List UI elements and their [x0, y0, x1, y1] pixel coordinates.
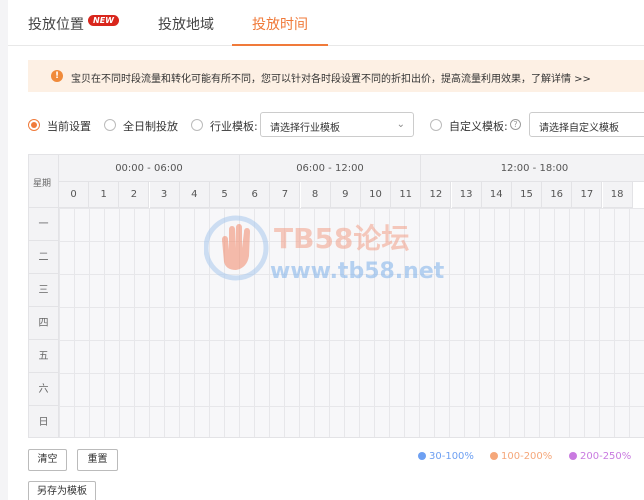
hour-header[interactable]: 13: [451, 182, 482, 208]
legend-dot-0: [418, 452, 426, 460]
custom-template-value: 请选择自定义模板: [539, 123, 619, 134]
clear-button[interactable]: 清空: [28, 449, 67, 471]
legend-item-1: 100-200%: [490, 451, 552, 462]
legend-label-0: 30-100%: [429, 451, 474, 462]
tab-time[interactable]: 投放时间: [252, 14, 308, 34]
hour-header[interactable]: 3: [149, 182, 180, 208]
active-tab-indicator: [232, 44, 328, 46]
hour-header[interactable]: 8: [300, 182, 331, 208]
range-header-1: 06:00 - 12:00: [240, 155, 421, 182]
day-label[interactable]: 六: [29, 373, 59, 406]
schedule-cells[interactable]: [59, 208, 644, 437]
time-schedule-grid: 星期 00:00 - 06:00 06:00 - 12:00 12:00 - 1…: [28, 154, 644, 438]
day-label[interactable]: 四: [29, 307, 59, 340]
hour-header[interactable]: 11: [391, 182, 422, 208]
hour-header[interactable]: 17: [572, 182, 603, 208]
legend-label-2: 200-250%: [580, 451, 632, 462]
day-label[interactable]: 一: [29, 208, 59, 241]
legend-dot-1: [490, 452, 498, 460]
day-label[interactable]: 三: [29, 274, 59, 307]
hour-header[interactable]: 2: [119, 182, 150, 208]
week-label: 星期: [33, 179, 52, 189]
notice-message: 宝贝在不同时段流量和转化可能有所不同，您可以针对各时段设置不同的折扣出价，提高流…: [71, 74, 531, 85]
info-icon: !: [51, 70, 63, 82]
hour-header[interactable]: 1: [89, 182, 120, 208]
hour-header[interactable]: 9: [330, 182, 361, 208]
tab-bar: 投放位置 NEW 投放地域 投放时间: [8, 0, 644, 46]
day-label[interactable]: 日: [29, 406, 59, 437]
industry-template-label: 行业模板:: [210, 120, 258, 133]
new-badge: NEW: [88, 15, 119, 26]
hour-header[interactable]: 12: [421, 182, 452, 208]
hour-header[interactable]: 6: [240, 182, 271, 208]
schedule-options: 当前设置 全日制投放 行业模板: 请选择行业模板 ⌄ 自定义模板: ? 请选择自…: [8, 110, 644, 138]
custom-template-select[interactable]: 请选择自定义模板: [529, 112, 644, 137]
industry-template-select[interactable]: 请选择行业模板 ⌄: [260, 112, 414, 137]
hour-header[interactable]: 18: [602, 182, 633, 208]
tab-placement[interactable]: 投放位置: [28, 14, 84, 34]
help-icon[interactable]: ?: [510, 119, 521, 130]
radio-custom-template[interactable]: [430, 119, 442, 131]
info-notice: ! 宝贝在不同时段流量和转化可能有所不同，您可以针对各时段设置不同的折扣出价，提…: [28, 60, 644, 92]
radio-all-day[interactable]: [104, 119, 116, 131]
hour-header[interactable]: 16: [542, 182, 573, 208]
range-header-0: 00:00 - 06:00: [59, 155, 240, 182]
industry-template-value: 请选择行业模板: [270, 123, 340, 134]
week-header: 星期: [29, 155, 59, 208]
hour-header[interactable]: 5: [210, 182, 240, 208]
legend-label-1: 100-200%: [501, 451, 553, 462]
radio-current-setting[interactable]: [28, 119, 40, 131]
custom-template-label: 自定义模板:: [449, 120, 508, 133]
reset-button[interactable]: 重置: [77, 449, 118, 471]
main-panel: 投放位置 NEW 投放地域 投放时间 ! 宝贝在不同时段流量和转化可能有所不同，…: [8, 0, 644, 500]
range-header-2: 12:00 - 18:00: [421, 155, 644, 182]
radio-current-label: 当前设置: [47, 120, 91, 133]
chevron-down-icon: ⌄: [396, 119, 405, 130]
hour-header[interactable]: 15: [512, 182, 542, 208]
notice-text: 宝贝在不同时段流量和转化可能有所不同，您可以针对各时段设置不同的折扣出价，提高流…: [71, 70, 591, 85]
hour-header[interactable]: 10: [361, 182, 391, 208]
save-template-button[interactable]: 另存为模板: [28, 481, 96, 500]
hour-header[interactable]: 7: [270, 182, 301, 208]
legend-item-2: 200-250%: [569, 451, 631, 462]
learn-more-link[interactable]: 了解详情 >>: [531, 74, 591, 85]
tab-region[interactable]: 投放地域: [158, 14, 214, 34]
day-label[interactable]: 二: [29, 241, 59, 274]
legend-dot-2: [569, 452, 577, 460]
hour-header[interactable]: 4: [179, 182, 210, 208]
hour-header[interactable]: 0: [59, 182, 89, 208]
radio-industry-template[interactable]: [191, 119, 203, 131]
day-label[interactable]: 五: [29, 340, 59, 373]
hour-header[interactable]: 14: [481, 182, 512, 208]
radio-all-day-label: 全日制投放: [123, 120, 178, 133]
legend-item-0: 30-100%: [418, 451, 474, 462]
